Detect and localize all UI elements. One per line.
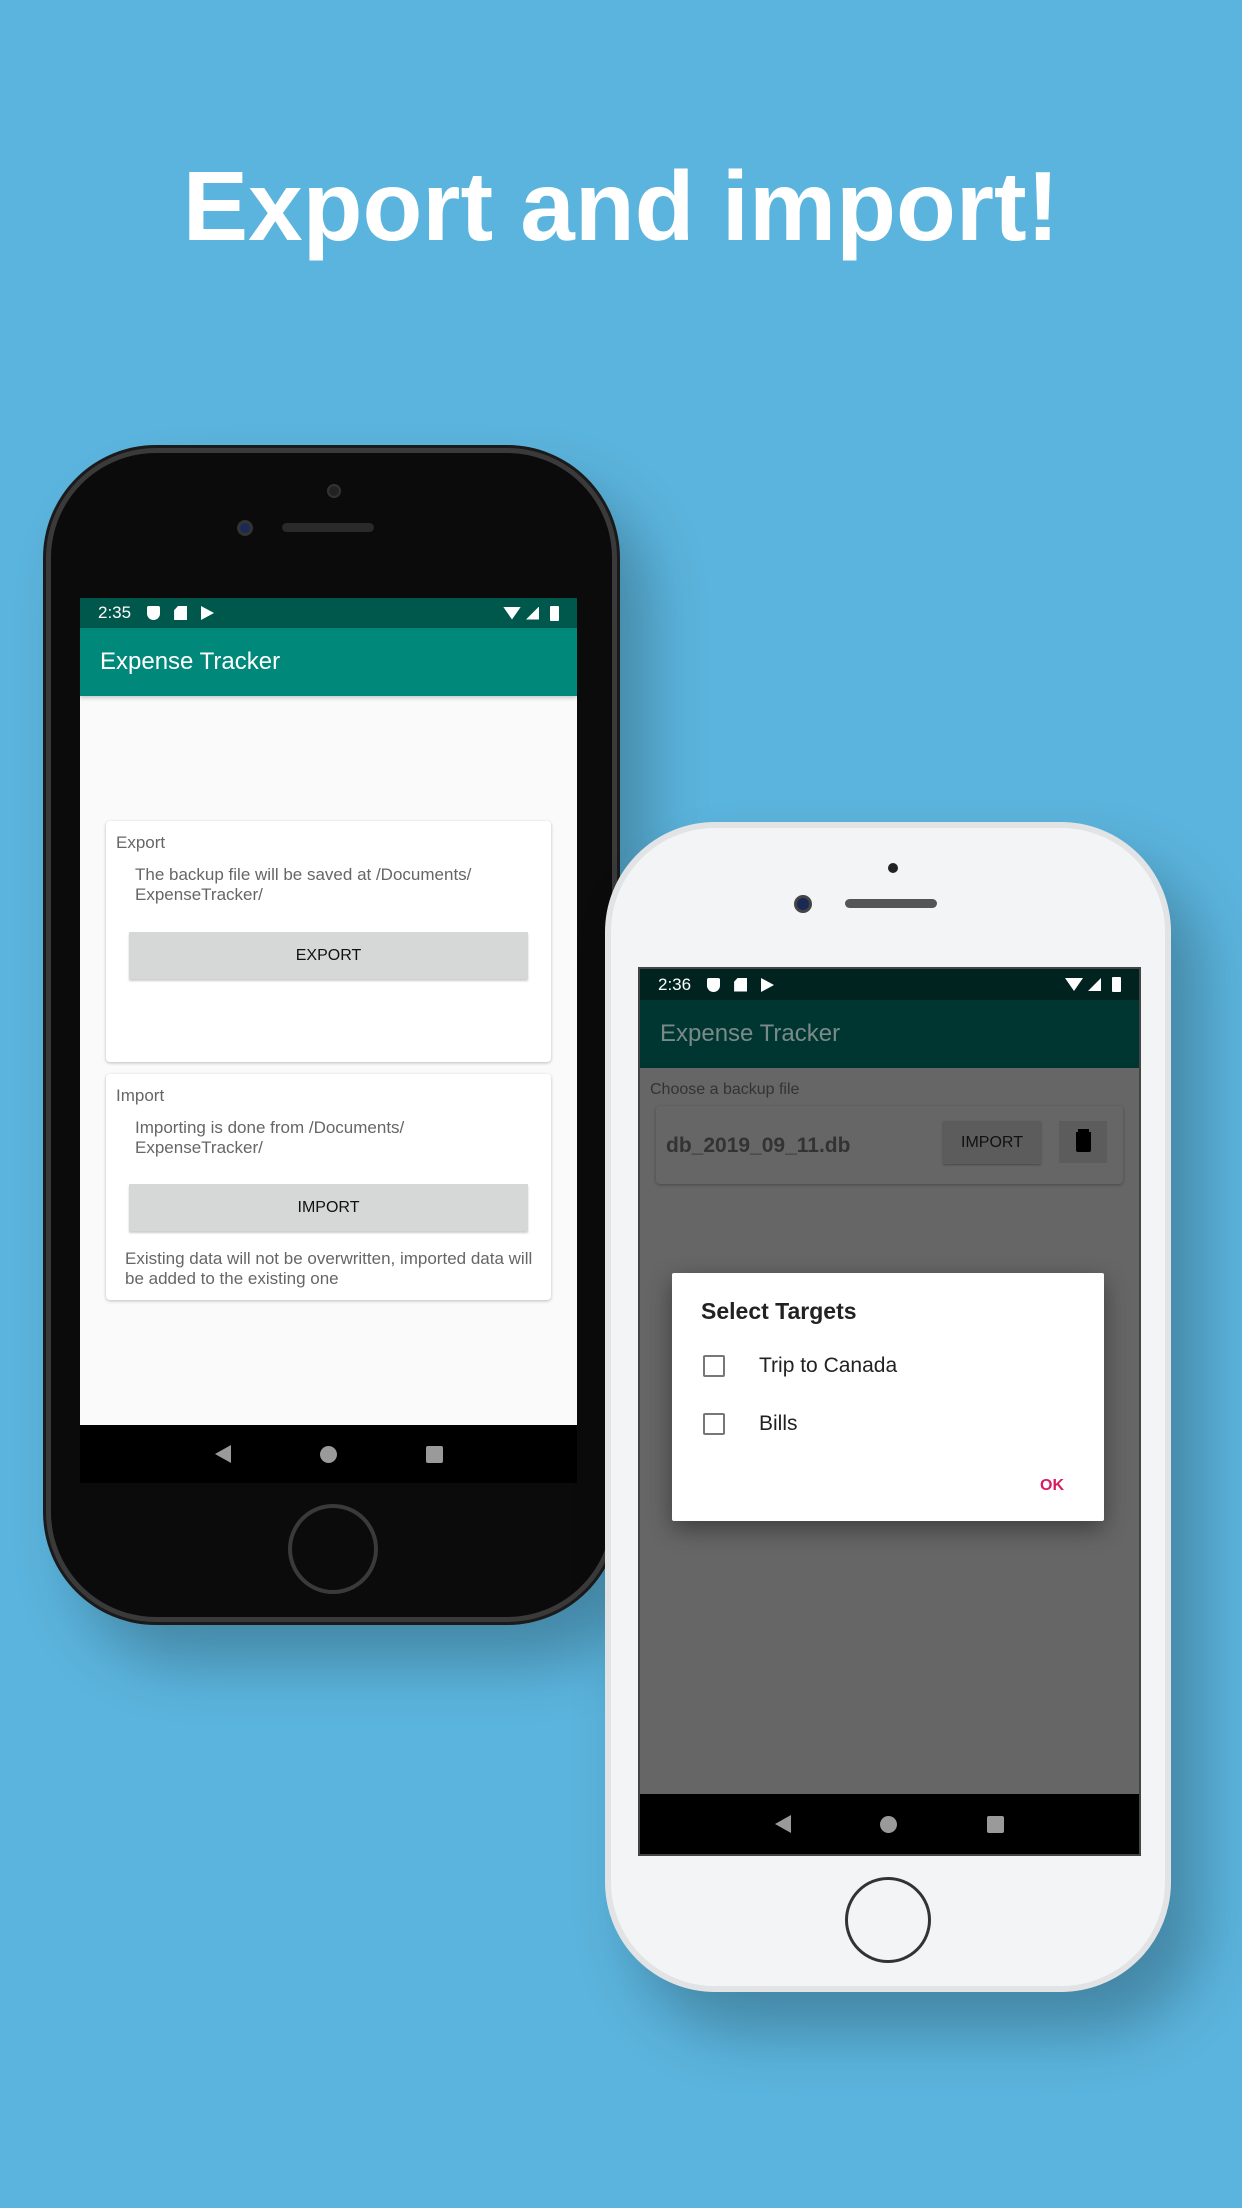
play-store-icon — [761, 977, 775, 992]
export-button[interactable]: EXPORT — [129, 932, 528, 979]
option-trip-to-canada[interactable]: Trip to Canada — [759, 1354, 897, 1378]
status-bar: 2:35 — [80, 598, 577, 628]
import-card: Import Importing is done from /Documents… — [106, 1074, 551, 1300]
status-time: 2:36 — [658, 974, 692, 994]
backup-file-card: db_2019_09_11.db IMPORT — [656, 1106, 1123, 1184]
file-name: db_2019_09_11.db — [666, 1134, 851, 1157]
speaker — [282, 523, 374, 532]
status-bar: 2:36 — [640, 969, 1139, 1000]
home-button[interactable] — [845, 1877, 931, 1963]
checkbox-trip-to-canada[interactable] — [703, 1355, 725, 1377]
dialog-title: Select Targets — [701, 1298, 857, 1324]
signal-icon — [526, 606, 539, 620]
phone1-screen: 2:35 Expense Tracker Export The backup f… — [80, 598, 577, 1483]
app-bar: Expense Tracker — [640, 1000, 1139, 1068]
export-card: Export The backup file will be saved at … — [106, 821, 551, 1062]
front-camera — [327, 484, 341, 498]
trash-icon — [1075, 1132, 1091, 1152]
shield-icon — [147, 606, 161, 620]
status-time: 2:35 — [98, 603, 132, 622]
battery-icon — [550, 605, 559, 621]
front-camera — [794, 895, 812, 913]
recents-icon[interactable] — [425, 1445, 443, 1463]
wifi-icon — [1065, 978, 1083, 991]
import-title: Import — [116, 1086, 165, 1105]
sd-card-icon — [174, 606, 188, 620]
shield-icon — [707, 977, 721, 992]
headline: Export and import! — [182, 151, 1060, 261]
wifi-icon — [503, 606, 521, 620]
import-button[interactable]: IMPORT — [129, 1184, 528, 1231]
option-bills[interactable]: Bills — [759, 1412, 798, 1436]
speaker — [845, 899, 937, 908]
back-icon[interactable] — [214, 1445, 231, 1463]
play-store-icon — [201, 606, 215, 620]
white-phone-frame: 2:36 Expense Tracker Choose a backup fil… — [605, 822, 1171, 1992]
nav-bar — [640, 1794, 1139, 1854]
app-title: Expense Tracker — [660, 1020, 841, 1047]
sd-card-icon — [734, 977, 748, 992]
home-button[interactable] — [288, 1504, 378, 1594]
import-note: Existing data will not be overwritten, i… — [125, 1249, 533, 1288]
checkbox-bills[interactable] — [703, 1413, 725, 1435]
export-description: The backup file will be saved at /Docume… — [135, 865, 472, 904]
signal-icon — [1088, 978, 1101, 991]
import-description: Importing is done from /Documents/ Expen… — [135, 1118, 405, 1157]
ok-button[interactable]: OK — [1040, 1477, 1064, 1495]
delete-file-button[interactable] — [1059, 1121, 1107, 1163]
select-targets-dialog: Select Targets Trip to Canada Bills OK — [672, 1273, 1104, 1521]
section-label: Choose a backup file — [650, 1081, 800, 1098]
home-icon[interactable] — [319, 1445, 337, 1463]
proximity-sensor — [888, 863, 898, 873]
app-title: Expense Tracker — [100, 648, 281, 675]
sensor — [237, 520, 253, 536]
app-bar: Expense Tracker — [80, 628, 577, 696]
black-phone-frame: 2:35 Expense Tracker Export The backup f… — [46, 448, 617, 1622]
phone2-screen: 2:36 Expense Tracker Choose a backup fil… — [638, 967, 1141, 1856]
recents-icon[interactable] — [987, 1815, 1005, 1833]
home-icon[interactable] — [880, 1815, 898, 1833]
nav-bar — [80, 1425, 577, 1483]
export-title: Export — [116, 833, 166, 852]
file-import-button[interactable]: IMPORT — [943, 1121, 1041, 1164]
back-icon[interactable] — [774, 1815, 791, 1833]
battery-icon — [1112, 977, 1121, 992]
